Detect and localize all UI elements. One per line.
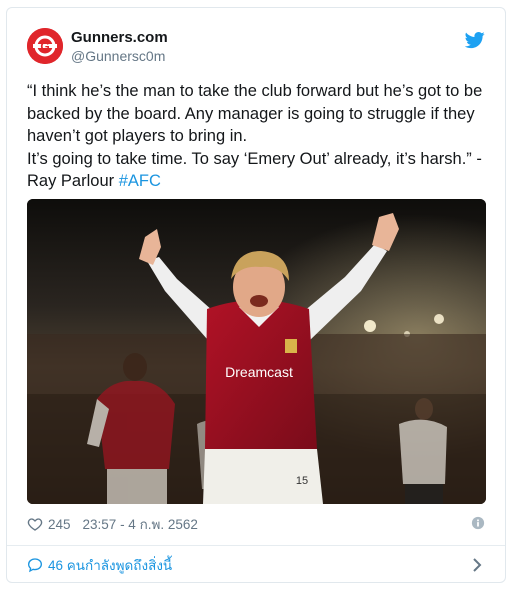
reply-bubble-icon xyxy=(27,558,43,573)
heart-icon[interactable] xyxy=(27,516,43,532)
tweet-card[interactable]: G Gunners.com @Gunnersc0m “I think he’s … xyxy=(6,7,506,583)
tweet-body: “I think he’s the man to take the club f… xyxy=(27,82,483,191)
conversation-count[interactable]: 46 คนกำลังพูดถึงสิ่งนี้ xyxy=(48,554,172,576)
twitter-bird-icon[interactable] xyxy=(465,30,485,50)
author-names[interactable]: Gunners.com @Gunnersc0m xyxy=(71,28,168,66)
display-name[interactable]: Gunners.com xyxy=(71,28,168,47)
user-handle[interactable]: @Gunnersc0m xyxy=(71,47,168,66)
tweet-photo[interactable]: Dreamcast 15 xyxy=(27,199,486,504)
tweet-meta: 245 23:57 - 4 ก.พ. 2562 xyxy=(27,515,485,533)
hashtag-link[interactable]: #AFC xyxy=(119,172,161,190)
info-icon[interactable] xyxy=(471,516,485,530)
timestamp[interactable]: 23:57 - 4 ก.พ. 2562 xyxy=(83,513,198,535)
avatar-letter: G xyxy=(40,40,49,54)
celebration-photo: Dreamcast 15 xyxy=(27,199,486,504)
tweet-text: “I think he’s the man to take the club f… xyxy=(27,80,487,193)
shirt-sponsor: Dreamcast xyxy=(225,364,293,380)
shorts-number: 15 xyxy=(296,475,308,487)
chevron-right-icon[interactable] xyxy=(471,558,483,572)
like-count[interactable]: 245 xyxy=(48,517,71,532)
divider xyxy=(7,545,505,546)
tweet-header: G Gunners.com @Gunnersc0m xyxy=(27,28,485,68)
conversation-link[interactable]: 46 คนกำลังพูดถึงสิ่งนี้ xyxy=(27,554,485,576)
avatar[interactable]: G xyxy=(27,28,63,64)
gunners-logo-icon: G xyxy=(27,28,63,64)
